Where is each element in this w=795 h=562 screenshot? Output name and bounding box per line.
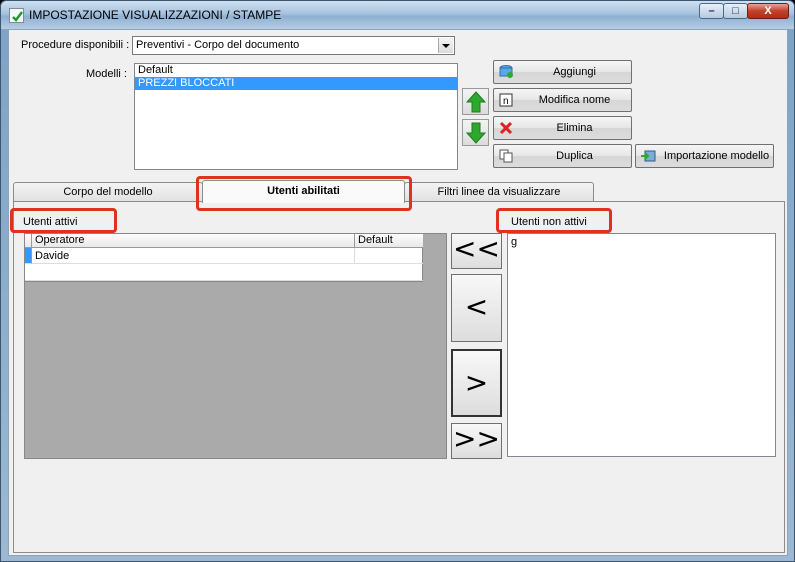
add-button[interactable]: Aggiungi	[493, 60, 632, 84]
table-cell-default[interactable]	[355, 248, 423, 264]
import-model-button[interactable]: Importazione modello	[635, 144, 774, 168]
import-icon	[641, 149, 656, 163]
models-label: Modelli :	[86, 68, 127, 80]
inactive-users-list[interactable]: g	[507, 233, 776, 457]
import-model-button-label: Importazione modello	[663, 150, 770, 162]
operator-column-header[interactable]: Operatore	[32, 234, 355, 248]
models-listbox[interactable]: Default PREZZI BLOCCATI	[134, 63, 458, 170]
add-database-icon	[499, 65, 514, 79]
dialog-client: Procedure disponibili : Preventivi - Cor…	[8, 29, 788, 556]
rename-icon: n	[499, 93, 514, 107]
move-all-left-button[interactable]: <<	[451, 233, 502, 269]
procedures-label: Procedure disponibili :	[21, 39, 130, 51]
minimize-button[interactable]: –	[699, 3, 724, 19]
maximize-button[interactable]: □	[723, 3, 748, 19]
tab-line-filters[interactable]: Filtri linee da visualizzare	[404, 182, 594, 202]
tab-model-body[interactable]: Corpo del modello	[13, 182, 203, 202]
table-row-empty[interactable]	[25, 265, 423, 281]
chevron-down-icon[interactable]	[438, 38, 453, 53]
procedures-dropdown[interactable]: Preventivi - Corpo del documento	[132, 36, 455, 55]
title-bar: IMPOSTAZIONE VISUALIZZAZIONI / STAMPE – …	[1, 1, 794, 29]
list-item[interactable]: PREZZI BLOCCATI	[135, 77, 457, 90]
duplicate-icon	[499, 149, 514, 163]
duplicate-button-label: Duplica	[556, 150, 593, 162]
tab-strip: Corpo del modello Utenti abilitati Filtr…	[13, 180, 785, 203]
minimize-icon: –	[708, 5, 715, 17]
inactive-users-label: Utenti non attivi	[511, 216, 587, 228]
rename-button[interactable]: n Modifica nome	[493, 88, 632, 112]
close-icon: X	[764, 5, 772, 17]
svg-text:n: n	[503, 96, 509, 107]
duplicate-button[interactable]: Duplica	[493, 144, 632, 168]
window-title: IMPOSTAZIONE VISUALIZZAZIONI / STAMPE	[29, 8, 282, 22]
window: IMPOSTAZIONE VISUALIZZAZIONI / STAMPE – …	[0, 0, 795, 562]
move-up-button[interactable]	[462, 88, 489, 115]
arrow-down-icon	[466, 122, 486, 144]
add-button-label: Aggiungi	[553, 66, 596, 78]
rename-button-label: Modifica nome	[538, 94, 611, 106]
list-item[interactable]: Default	[135, 64, 457, 77]
active-users-label: Utenti attivi	[23, 216, 78, 228]
delete-button[interactable]: Elimina	[493, 116, 632, 140]
app-check-icon	[9, 8, 24, 23]
delete-x-icon	[499, 121, 514, 135]
tab-enabled-users[interactable]: Utenti abilitati	[202, 180, 405, 203]
move-left-button[interactable]: <	[451, 274, 502, 342]
maximize-icon: □	[732, 5, 739, 17]
close-button[interactable]: X	[747, 3, 789, 19]
arrow-up-icon	[466, 91, 486, 113]
enabled-users-panel: Utenti attivi Utenti non attivi Operator…	[13, 201, 785, 553]
move-down-button[interactable]	[462, 119, 489, 146]
procedures-value: Preventivi - Corpo del documento	[136, 39, 300, 51]
active-users-grid-area: Operatore Default Davide	[24, 233, 447, 459]
active-users-grid[interactable]: Operatore Default Davide	[25, 234, 423, 282]
row-indicator-header	[25, 234, 32, 248]
row-indicator	[25, 248, 32, 264]
default-column-header[interactable]: Default	[355, 234, 423, 248]
move-all-right-button[interactable]: >>	[451, 423, 502, 459]
table-cell-operator[interactable]: Davide	[32, 248, 355, 264]
move-right-button[interactable]: >	[451, 349, 502, 417]
delete-button-label: Elimina	[556, 122, 593, 134]
